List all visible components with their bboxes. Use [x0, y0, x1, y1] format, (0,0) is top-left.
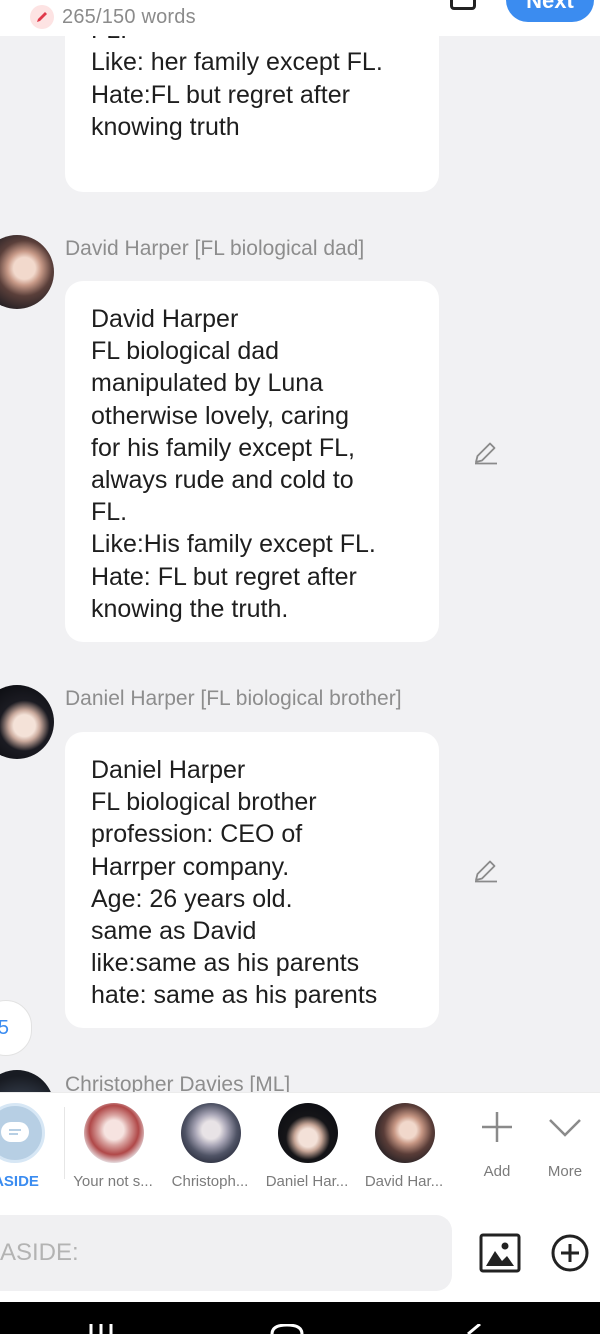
character-chip-label: Daniel Har...: [265, 1173, 349, 1190]
character-chip[interactable]: Christoph...: [162, 1093, 258, 1204]
system-navigation-bar: [0, 1302, 600, 1334]
plus-icon: [482, 1112, 512, 1142]
character-chip[interactable]: Your not s...: [65, 1093, 161, 1204]
recent-apps-icon[interactable]: [86, 1324, 116, 1334]
word-count-text: 265/150 words: [62, 5, 196, 28]
add-label: Add: [483, 1163, 511, 1180]
top-bar: 265/150 words Next: [0, 0, 600, 36]
chevron-down-icon: [549, 1119, 581, 1137]
character-chip[interactable]: Daniel Har...: [259, 1093, 355, 1204]
character-avatar[interactable]: [0, 685, 54, 759]
back-icon[interactable]: [462, 1324, 482, 1334]
character-name: David Harper [FL biological dad]: [65, 237, 365, 260]
add-character-button[interactable]: Add: [462, 1093, 532, 1204]
home-icon[interactable]: [270, 1324, 304, 1334]
pencil-icon: [30, 5, 54, 29]
character-name: Christopher Davies [ML]: [65, 1073, 291, 1092]
character-avatar: [278, 1103, 338, 1163]
image-icon[interactable]: [478, 1231, 522, 1275]
character-avatar: [84, 1103, 144, 1163]
message-bubble: David Harper FL biological dad manipulat…: [65, 281, 439, 642]
chat-area[interactable]: FL, give cold shoulder to FL. Like: her …: [0, 0, 600, 1092]
character-selector-bar: ASIDE Your not s... Christoph... Daniel …: [0, 1092, 600, 1203]
character-avatar: [181, 1103, 241, 1163]
character-name: Daniel Harper [FL biological brother]: [65, 687, 402, 710]
character-chip-label: David Har...: [364, 1173, 444, 1190]
grid-icon[interactable]: [450, 0, 476, 10]
more-label: More: [547, 1163, 583, 1180]
edit-icon[interactable]: [472, 438, 500, 466]
character-chip-label: Christoph...: [171, 1173, 249, 1190]
word-count-indicator: 265/150 words: [30, 3, 196, 31]
aside-label: ASIDE: [0, 1173, 39, 1190]
character-avatar[interactable]: [0, 235, 54, 309]
character-chip[interactable]: David Har...: [356, 1093, 452, 1204]
character-avatar: [375, 1103, 435, 1163]
aside-chat-icon: [0, 1103, 45, 1163]
character-chip-label: Your not s...: [73, 1173, 153, 1190]
next-button[interactable]: Next: [506, 0, 594, 22]
message-bubble: Daniel Harper FL biological brother prof…: [65, 732, 439, 1028]
character-avatar[interactable]: [0, 1070, 54, 1092]
add-circle-icon[interactable]: [550, 1233, 590, 1273]
aside-input[interactable]: [0, 1215, 452, 1291]
more-button[interactable]: More: [530, 1093, 600, 1204]
edit-icon[interactable]: [472, 856, 500, 884]
input-bar: [0, 1203, 600, 1302]
floating-counter-badge[interactable]: 5: [0, 1000, 32, 1056]
